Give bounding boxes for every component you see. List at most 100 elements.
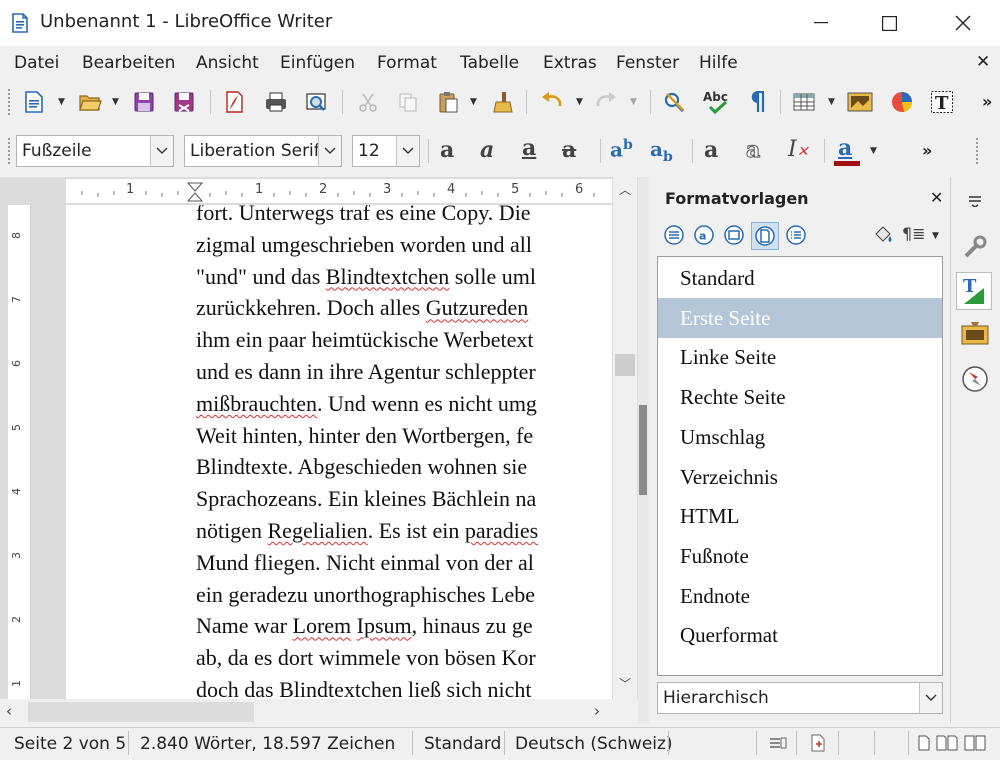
misspelled-word[interactable]: ließ	[408, 677, 441, 699]
text-run[interactable]: Blindtexte. Abgeschieden wohnen sie	[196, 454, 527, 479]
character-styles-icon[interactable]: a	[691, 222, 717, 248]
text-line[interactable]: doch das Blindtextchen ließ sich nicht	[196, 675, 531, 699]
word-count[interactable]: 2.840 Wörter, 18.597 Zeichen	[140, 734, 395, 754]
style-item[interactable]: Endnote	[658, 576, 942, 616]
text-run[interactable]: Sprachozeans. Ein kleines Bächlein na	[196, 486, 536, 511]
menu-extras[interactable]: Extras	[543, 53, 597, 73]
text-run[interactable]: Name war	[196, 613, 293, 638]
language[interactable]: Deutsch (Schweiz)	[515, 734, 673, 754]
text-line[interactable]: Mund fliegen. Nicht einmal von der al	[196, 548, 534, 578]
multi-page-view-icon[interactable]	[936, 735, 958, 755]
text-run[interactable]: "und" und das	[196, 264, 326, 289]
misspelled-word[interactable]: Blindtextchen	[326, 264, 449, 289]
style-item[interactable]: Standard	[658, 258, 942, 298]
toolbar-grip[interactable]	[8, 89, 13, 115]
close-window-button[interactable]	[940, 0, 986, 46]
insert-textbox-icon[interactable]: T	[928, 88, 956, 116]
menu-bearbeiten[interactable]: Bearbeiten	[82, 53, 175, 73]
fill-format-icon[interactable]	[872, 224, 894, 246]
style-item[interactable]: HTML	[658, 496, 942, 536]
strikethrough-icon[interactable]: a	[562, 137, 576, 163]
clear-formatting-icon[interactable]: I✕	[788, 137, 808, 162]
text-line[interactable]: mißbrauchten. Und wenn es nicht umg	[196, 389, 537, 419]
new-style-icon[interactable]: ¶≣	[902, 224, 926, 243]
horizontal-ruler[interactable]: 1 1 2 3 4 5 6	[66, 179, 612, 203]
font-color-dropdown-icon[interactable]: ▼	[870, 146, 877, 156]
text-run[interactable]: nötigen	[196, 518, 268, 543]
text-line[interactable]: Weit hinten, hinter den Wortbergen, fe	[196, 421, 533, 451]
cut-icon[interactable]	[354, 88, 382, 116]
copy-icon[interactable]	[394, 88, 422, 116]
text-run[interactable]: fort. Unterwegs traf es eine Copy. Die	[196, 205, 531, 225]
misspelled-word[interactable]: paradies	[465, 518, 538, 543]
chevron-down-icon[interactable]	[919, 683, 942, 713]
selection-mode-icon[interactable]	[768, 735, 788, 755]
toolbar-grip[interactable]	[976, 138, 981, 164]
menu-tabelle[interactable]: Tabelle	[460, 53, 519, 73]
book-view-icon[interactable]	[964, 735, 988, 755]
text-run[interactable]: ab, da es dort wimmele von bösen Kor	[196, 645, 536, 670]
insert-image-icon[interactable]	[846, 88, 874, 116]
italic-icon[interactable]: a	[480, 137, 494, 163]
page-count[interactable]: Seite 2 von 5	[14, 734, 126, 754]
document-modified-icon[interactable]	[810, 734, 826, 756]
text-line[interactable]: zurückkehren. Doch alles Gutzureden	[196, 293, 528, 323]
text-run[interactable]: . Es ist ein	[368, 518, 465, 543]
menu-hilfe[interactable]: Hilfe	[699, 53, 738, 73]
table-dropdown-icon[interactable]: ▼	[828, 97, 835, 107]
text-run[interactable]: Mund fliegen. Nicht einmal von der al	[196, 550, 534, 575]
gallery-icon[interactable]	[960, 320, 990, 348]
bold-icon[interactable]: a	[440, 137, 454, 163]
vertical-scrollbar[interactable]: ︿ ﹀	[613, 177, 637, 699]
superscript-icon[interactable]: ab	[610, 137, 633, 162]
vertical-ruler[interactable]: 8 7 6 5 4 3 2 1	[8, 205, 31, 699]
minimize-button[interactable]	[798, 0, 844, 46]
close-panel-icon[interactable]: ✕	[930, 188, 943, 207]
text-run[interactable]: sich nicht	[441, 677, 532, 699]
menu-ansicht[interactable]: Ansicht	[196, 53, 259, 73]
menu-einfuegen[interactable]: Einfügen	[280, 53, 355, 73]
style-item[interactable]: Verzeichnis	[658, 457, 942, 497]
text-line[interactable]: Sprachozeans. Ein kleines Bächlein na	[196, 484, 536, 514]
menu-fenster[interactable]: Fenster	[616, 53, 679, 73]
subscript-icon[interactable]: ab	[650, 137, 673, 165]
print-icon[interactable]	[262, 88, 290, 116]
font-size-combo[interactable]: 12	[352, 135, 420, 167]
paragraph-styles-icon[interactable]	[661, 222, 687, 248]
document-page[interactable]: fort. Unterwegs traf es eine Copy. Die zi…	[66, 205, 612, 699]
scroll-right-icon[interactable]: ›	[594, 702, 600, 720]
text-run[interactable]: zurückkehren. Doch alles	[196, 295, 426, 320]
sidebar-splitter[interactable]	[638, 177, 649, 723]
undo-icon[interactable]	[538, 88, 566, 116]
insert-chart-icon[interactable]	[888, 88, 916, 116]
text-run[interactable]: ein geradezu unorthographisches Lebe	[196, 582, 535, 607]
style-actions-dropdown-icon[interactable]: ▼	[932, 231, 939, 241]
style-item[interactable]: Erste Seite	[658, 297, 942, 338]
menu-datei[interactable]: Datei	[14, 53, 59, 73]
text-line[interactable]: und es dann in ihre Agentur schleppter	[196, 357, 536, 387]
text-line[interactable]: Name war Lorem Ipsum, hinaus zu ge	[196, 611, 533, 641]
maximize-button[interactable]	[866, 0, 912, 46]
formatting-marks-icon[interactable]	[744, 88, 772, 116]
style-item[interactable]: Rechte Seite	[658, 377, 942, 417]
collapse-sidebar-handle[interactable]	[639, 405, 647, 495]
underline-icon[interactable]: a	[522, 135, 536, 161]
scroll-thumb[interactable]	[615, 354, 635, 376]
style-filter-combo[interactable]: Hierarchisch	[657, 682, 943, 714]
text-line[interactable]: nötigen Regelialien. Es ist ein paradies	[196, 516, 538, 546]
text-line[interactable]: Blindtexte. Abgeschieden wohnen sie	[196, 452, 527, 482]
text-line[interactable]: zigmal umgeschrieben worden und all	[196, 230, 532, 260]
paste-icon[interactable]	[434, 88, 462, 116]
misspelled-word[interactable]: mißbrauchten	[196, 391, 317, 416]
style-item[interactable]: Querformat	[658, 615, 942, 655]
sidebar-menu-icon[interactable]	[962, 190, 988, 212]
list-styles-icon[interactable]	[783, 222, 809, 248]
properties-icon[interactable]	[960, 232, 990, 262]
shadow-icon[interactable]: a	[704, 137, 718, 163]
undo-dropdown-icon[interactable]: ▼	[576, 97, 583, 107]
redo-icon[interactable]	[592, 88, 620, 116]
horizontal-scrollbar[interactable]: ‹ ›	[0, 700, 612, 724]
text-run[interactable]: Weit hinten, hinter den Wortbergen, fe	[196, 423, 533, 448]
text-run[interactable]: und es dann in ihre Agentur schleppter	[196, 359, 536, 384]
redo-dropdown-icon[interactable]: ▼	[630, 97, 637, 107]
